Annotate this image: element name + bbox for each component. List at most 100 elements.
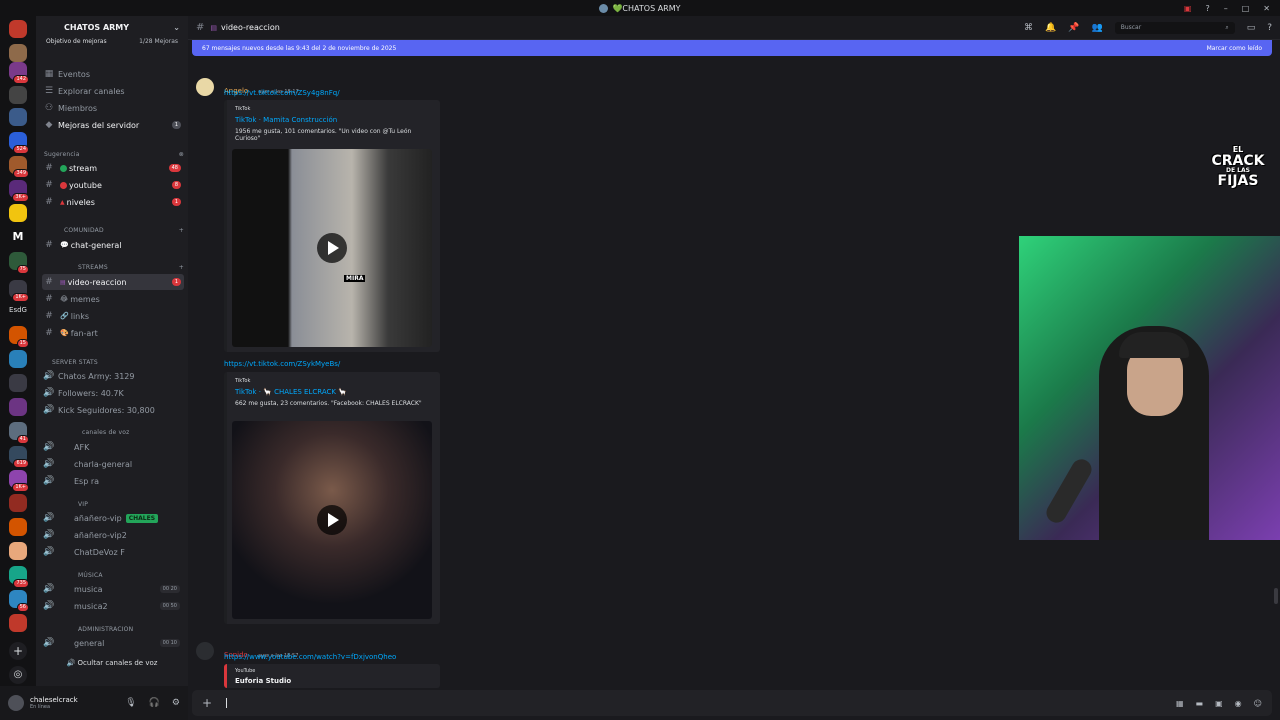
gear-icon[interactable]: ⚙ xyxy=(172,698,180,708)
guild-icon[interactable]: M xyxy=(9,228,27,246)
channel-video-reaccion[interactable]: # ▤ video-reaccion 1 xyxy=(42,274,184,290)
guild-icon[interactable]: 1K+ xyxy=(9,470,29,492)
mark-read-button[interactable]: Marcar como leído xyxy=(1207,45,1262,52)
sidebar-item-boosts[interactable]: ◆ Mejoras del servidor 1 xyxy=(42,117,184,133)
guild-icon[interactable] xyxy=(9,494,27,512)
channel-memes[interactable]: # 😂 memes xyxy=(42,291,184,307)
hide-voice-button[interactable]: 🔊 Ocultar canales de voz xyxy=(42,656,182,670)
stat-members[interactable]: 🔊 Chatos Army: 3129 xyxy=(42,368,184,384)
voice-musica[interactable]: 🔊 musica 00 20 xyxy=(42,581,184,597)
gift-icon[interactable]: ▬ xyxy=(1196,699,1204,708)
message-link[interactable]: https://vt.tiktok.com/ZSykMyeBs/ xyxy=(224,360,340,368)
threads-icon[interactable]: ⌘ xyxy=(1024,23,1033,33)
guild-icon[interactable]: 1K+ xyxy=(9,280,29,302)
message-avatar[interactable] xyxy=(196,78,214,96)
guild-icon[interactable] xyxy=(9,20,27,38)
category-music[interactable]: MÚSICA xyxy=(44,569,184,581)
guild-icon[interactable]: 15 xyxy=(9,326,29,348)
video-thumbnail[interactable] xyxy=(232,421,432,619)
emoji-icon[interactable]: ☺ xyxy=(1254,699,1262,708)
voice-general[interactable]: 🔊 general 00 10 xyxy=(42,635,184,651)
play-icon[interactable] xyxy=(317,505,347,535)
voice-chatdevoz[interactable]: 🔊 ChatDeVoz F xyxy=(42,544,184,560)
pin-icon[interactable]: 📌 xyxy=(1068,23,1079,33)
category-suggestion[interactable]: Sugerencia ⊗ xyxy=(44,148,184,160)
minimize-icon[interactable]: – xyxy=(1224,4,1228,13)
embed-title[interactable]: TikTok · 🦙 CHALES ELCRACK 🦙 xyxy=(227,384,440,396)
guild-icon[interactable]: 75 xyxy=(9,252,29,274)
message-avatar[interactable] xyxy=(196,642,214,660)
guild-icon[interactable] xyxy=(9,398,27,416)
server-header[interactable]: CHATOS ARMY ⌄ xyxy=(36,16,188,38)
boost-goal[interactable]: Objetivo de mejoras 1/28 Mejoras xyxy=(36,38,188,50)
sidebar-item-members[interactable]: ⚇ Miembros xyxy=(42,100,184,116)
search-input[interactable]: Buscar ⌕ xyxy=(1114,21,1235,34)
guild-label[interactable]: EsdG xyxy=(6,306,30,324)
category-server-stats[interactable]: SERVER STATS xyxy=(44,356,184,368)
voice-afk[interactable]: 🔊 AFK xyxy=(42,439,184,455)
message-link[interactable]: https://www.youtube.com/watch?v=fDxjvonQ… xyxy=(224,653,396,661)
stat-followers[interactable]: 🔊 Followers: 40.7K xyxy=(42,385,184,401)
add-channel-icon[interactable]: + xyxy=(179,264,184,271)
help-icon[interactable]: ? xyxy=(1205,4,1209,13)
guild-icon[interactable]: 3K+ xyxy=(9,180,29,202)
channel-chat-general[interactable]: # 💬 chat-general xyxy=(42,237,184,253)
message-input[interactable] xyxy=(226,698,1176,708)
guild-icon[interactable] xyxy=(9,518,27,536)
guild-icon[interactable] xyxy=(9,542,27,560)
voice-charla-general[interactable]: 🔊 charla-general xyxy=(42,456,184,472)
video-thumbnail[interactable]: MIRA xyxy=(232,149,432,347)
guild-icon[interactable]: 735 xyxy=(9,566,29,588)
play-icon[interactable] xyxy=(317,233,347,263)
maximize-icon[interactable]: □ xyxy=(1242,4,1250,13)
voice-vip[interactable]: 🔊 añañero-vip CHALES xyxy=(42,510,184,526)
guild-icon[interactable]: 349 xyxy=(9,156,29,178)
bell-icon[interactable]: 🔔 xyxy=(1045,23,1056,33)
guild-icon[interactable] xyxy=(9,614,27,632)
add-server-icon[interactable]: + xyxy=(9,642,27,660)
add-channel-icon[interactable]: + xyxy=(179,227,184,234)
sidebar-item-events[interactable]: ▦ Eventos xyxy=(42,66,184,82)
guild-icon[interactable] xyxy=(9,374,27,392)
guild-icon[interactable]: 524 xyxy=(9,132,29,154)
channel-stream[interactable]: # stream 48 xyxy=(42,160,184,176)
embed-title[interactable]: Euforia Studio xyxy=(227,674,440,685)
stat-kick[interactable]: 🔊 Kick Seguidores: 30,800 xyxy=(42,402,184,418)
category-voice[interactable]: canales de voz xyxy=(44,426,184,438)
guild-icon[interactable]: 619 xyxy=(9,446,29,468)
microphone-icon[interactable]: 🎙 xyxy=(125,698,136,708)
apps-icon[interactable]: ▦ xyxy=(1176,699,1184,708)
sticker-icon[interactable]: ◉ xyxy=(1235,699,1242,708)
channel-youtube[interactable]: # youtube 8 xyxy=(42,177,184,193)
voice-espera[interactable]: 🔊 Esp ra xyxy=(42,473,184,489)
category-admin[interactable]: ADMINISTRACION xyxy=(44,623,184,635)
close-icon[interactable]: ⊗ xyxy=(179,151,184,158)
guild-icon[interactable]: 56 xyxy=(9,590,29,612)
embed-title[interactable]: TikTok · Mamita Construcción xyxy=(227,112,440,124)
members-icon[interactable]: 👥 xyxy=(1091,23,1102,33)
guild-icon[interactable] xyxy=(9,108,27,126)
guild-icon[interactable] xyxy=(9,350,27,368)
close-icon[interactable]: ✕ xyxy=(1263,4,1270,13)
avatar[interactable] xyxy=(8,695,24,711)
voice-musica2[interactable]: 🔊 musica2 00 50 xyxy=(42,598,184,614)
category-streams[interactable]: STREAMS + xyxy=(44,261,184,273)
guild-icon[interactable] xyxy=(9,44,27,62)
guild-icon[interactable] xyxy=(9,86,27,104)
headphones-icon[interactable]: 🎧 xyxy=(149,698,160,708)
new-messages-bar[interactable]: 67 mensajes nuevos desde las 9:43 del 2 … xyxy=(192,40,1272,56)
guild-icon[interactable]: 142 xyxy=(9,62,29,84)
channel-fan-art[interactable]: # 🎨 fan-art xyxy=(42,325,184,341)
guild-icon[interactable] xyxy=(9,204,27,222)
channel-niveles[interactable]: # ▲ niveles 1 xyxy=(42,194,184,210)
guild-icon[interactable]: 41 xyxy=(9,422,29,444)
category-community[interactable]: COMUNIDAD + xyxy=(44,224,184,236)
scrollbar[interactable] xyxy=(1274,588,1278,604)
inbox-icon[interactable]: ▭ xyxy=(1247,23,1256,33)
add-attachment-icon[interactable]: + xyxy=(202,696,218,710)
inbox-icon[interactable]: ▣ xyxy=(1184,4,1192,13)
gif-icon[interactable]: ▣ xyxy=(1215,699,1223,708)
category-vip[interactable]: VIP xyxy=(44,498,184,510)
voice-vip2[interactable]: 🔊 añañero-vip2 xyxy=(42,527,184,543)
sidebar-item-explore[interactable]: ☰ Explorar canales xyxy=(42,83,184,99)
